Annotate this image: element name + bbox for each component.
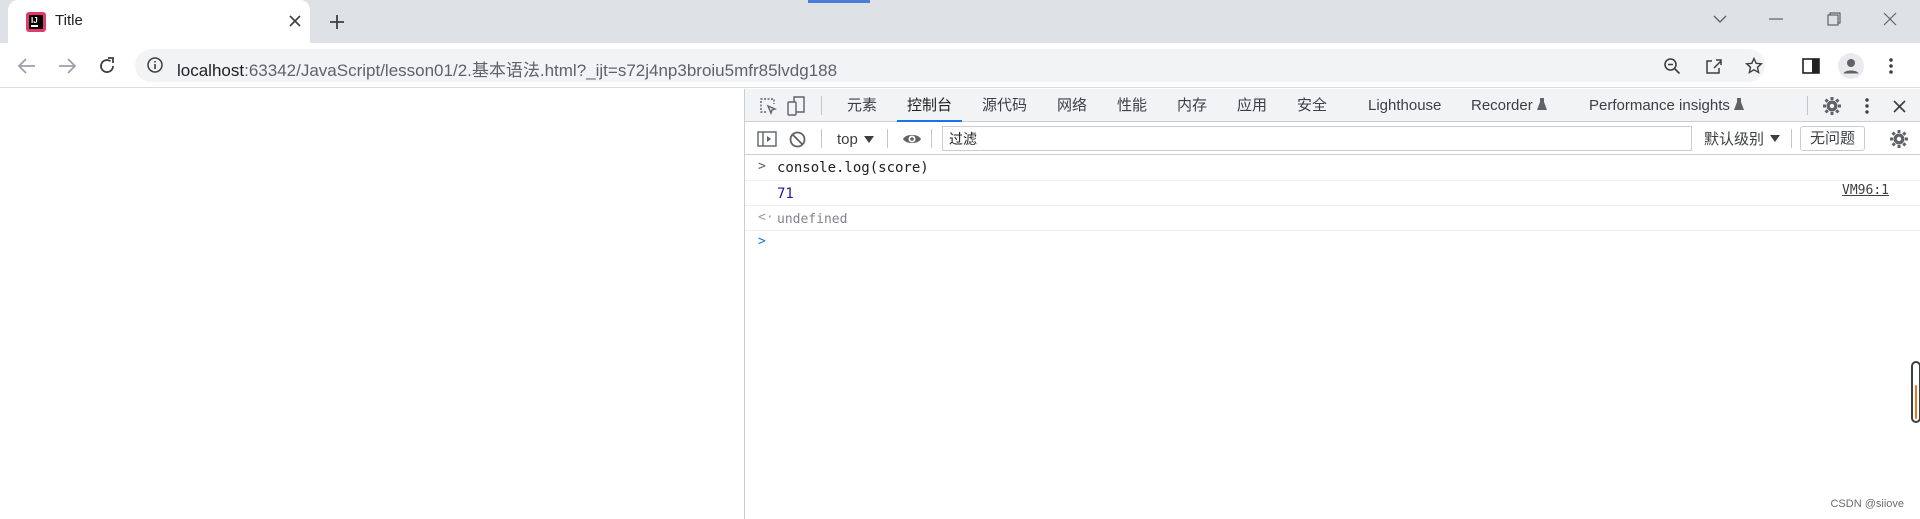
separator [887,129,888,148]
devtools-more-icon[interactable] [1855,94,1879,118]
tab-title: Title [55,12,83,29]
share-icon[interactable] [1703,55,1725,77]
forward-arrow-icon[interactable] [52,51,82,81]
restore-icon[interactable] [1806,0,1862,38]
console-settings-gear-icon[interactable] [1887,127,1911,151]
minimize-icon[interactable] [1748,0,1804,38]
browser-toolbar: localhost:63342/JavaScript/lesson01/2.基本… [0,43,1920,88]
browser-tab[interactable]: IJ Title [8,0,310,43]
tab-recorder-label: Recorder [1471,97,1533,114]
dropdown-triangle-icon [1770,135,1781,142]
show-sidebar-icon[interactable] [755,127,779,151]
tab-search-chevron-icon[interactable] [1692,0,1748,38]
devtools-close-icon[interactable] [1887,94,1911,118]
tab-performance[interactable]: 性能 [1117,89,1147,122]
devtools-settings-gear-icon[interactable] [1820,94,1844,118]
window-close-icon[interactable] [1862,0,1918,38]
console-toolbar: top 默认级别 无问题 [745,122,1920,155]
device-toolbar-icon[interactable] [784,94,808,118]
new-tab-icon[interactable] [322,8,352,36]
bookmark-star-icon[interactable] [1743,55,1765,77]
back-arrow-icon[interactable] [12,51,42,81]
clear-console-icon[interactable] [785,127,809,151]
tab-strip: IJ Title [0,0,1920,43]
console-input-text[interactable]: console.log(score) [777,160,929,176]
tab-drag-indicator [808,0,870,3]
page-viewport [0,89,744,519]
live-expression-eye-icon[interactable] [900,127,924,151]
url-text[interactable]: localhost:63342/JavaScript/lesson01/2.基本… [177,56,837,81]
console-filter-input[interactable] [942,126,1692,151]
console-log-value[interactable]: 71 [777,186,794,202]
separator [1807,96,1808,115]
separator [821,129,822,148]
tab-elements[interactable]: 元素 [847,89,877,122]
prompt-chevron-icon: > [758,234,766,249]
watermark: CSDN @siiove [1830,498,1904,510]
context-select[interactable]: top [837,128,874,150]
context-value: top [837,130,858,148]
address-bar[interactable]: localhost:63342/JavaScript/lesson01/2.基本… [135,49,1765,82]
input-chevron-icon: > [758,159,766,174]
site-info-icon[interactable] [147,57,163,78]
browser-menu-icon[interactable] [1878,53,1904,79]
experiment-flask-icon [1536,98,1547,110]
devtools-panel: 元素 控制台 源代码 网络 性能 内存 应用 安全 Lighthouse Rec… [744,89,1920,519]
separator [821,96,822,115]
url-host: localhost [177,61,245,80]
tab-close-icon[interactable] [283,9,307,33]
side-panel-icon[interactable] [1798,53,1824,79]
scrollbar-fill [1915,385,1917,419]
return-arrow-icon: <· [758,210,774,225]
tab-memory[interactable]: 内存 [1177,89,1207,122]
url-path: :63342/JavaScript/lesson01/2.基本语法.html?_… [244,61,838,80]
experiment-flask-icon [1734,98,1745,110]
separator [931,129,932,148]
console-source-link[interactable]: VM96:1 [1842,183,1889,198]
log-levels-label: 默认级别 [1704,131,1765,148]
svg-text:IJ: IJ [31,16,38,25]
console-return-value: undefined [777,212,848,227]
tab-application[interactable]: 应用 [1237,89,1267,122]
console-prompt-line[interactable]: > [745,231,1920,256]
tab-recorder[interactable]: Recorder [1471,89,1547,122]
scrollbar-thumb[interactable] [1911,361,1920,423]
issues-button[interactable]: 无问题 [1800,126,1866,151]
reload-icon[interactable] [92,51,122,81]
separator [1791,129,1792,148]
console-input-line: > console.log(score) [745,156,1920,181]
tab-sources[interactable]: 源代码 [982,89,1027,122]
tab-performance-insights-label: Performance insights [1589,97,1730,114]
tab-performance-insights[interactable]: Performance insights [1589,89,1745,122]
intellij-favicon-icon: IJ [26,12,46,32]
devtools-tabbar: 元素 控制台 源代码 网络 性能 内存 应用 安全 Lighthouse Rec… [745,89,1920,122]
inspect-element-icon[interactable] [756,94,780,118]
zoom-icon[interactable] [1661,55,1683,77]
tab-network[interactable]: 网络 [1057,89,1087,122]
tab-lighthouse[interactable]: Lighthouse [1368,89,1441,122]
tab-security[interactable]: 安全 [1297,89,1327,122]
console-return-line: <· undefined [745,206,1920,231]
console-output: > console.log(score) 71 VM96:1 <· undefi… [745,156,1920,519]
dropdown-triangle-icon [863,135,874,143]
console-log-line: 71 VM96:1 [745,181,1920,206]
profile-avatar-icon[interactable] [1838,53,1864,79]
log-levels-dropdown[interactable]: 默认级别 [1704,128,1781,149]
tab-console[interactable]: 控制台 [896,89,963,122]
